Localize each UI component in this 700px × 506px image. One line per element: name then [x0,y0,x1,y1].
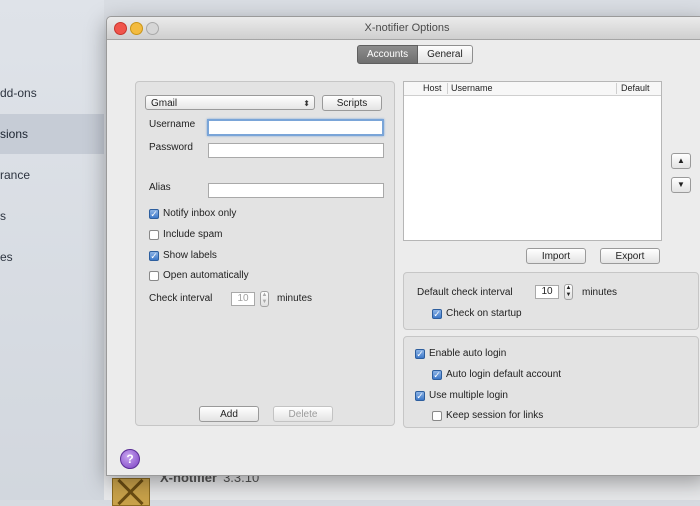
include-spam-checkbox[interactable]: Include spam [149,229,222,240]
column-host[interactable]: Host [423,83,442,93]
arrow-down-icon: ▼ [677,180,685,189]
checkbox-label: Include spam [163,229,223,240]
service-select[interactable]: Gmail ⬍ [145,95,315,110]
stepper-down-icon: ▼ [261,299,268,305]
scripts-button[interactable]: Scripts [322,95,382,111]
default-check-interval-stepper[interactable]: ▲ ▼ [564,284,573,300]
auto-login-default-checkbox[interactable]: ✓ Auto login default account [432,369,561,380]
checkbox-check-icon: ✓ [432,308,442,319]
checkbox-empty-icon [432,410,442,421]
check-interval-input[interactable]: 10 [231,292,255,306]
sidebar-item-plugins[interactable]: s [0,196,104,236]
options-dialog: X-notifier Options Accounts General Gmai… [106,16,700,476]
stepper-up-icon: ▲ [261,292,268,298]
accounts-table-header: Host Username Default [404,82,661,96]
import-button[interactable]: Import [526,248,586,264]
addons-sidebar: dd-ons sions rance s es [0,0,104,500]
popup-arrows-icon: ⬍ [303,99,310,108]
column-separator [616,83,617,94]
sidebar-item-extensions[interactable]: sions [0,114,104,154]
tab-bar: Accounts General [357,45,473,64]
username-field[interactable] [207,119,384,136]
title-bar[interactable]: X-notifier Options [107,17,700,40]
default-check-interval-label: Default check interval [417,287,513,298]
checkbox-label: Notify inbox only [163,208,237,219]
checkbox-label: Enable auto login [429,348,507,359]
checkbox-empty-icon [149,229,159,240]
move-down-button[interactable]: ▼ [671,177,691,193]
checkbox-label: Keep session for links [446,410,544,421]
use-multiple-login-checkbox[interactable]: ✓ Use multiple login [415,390,508,401]
export-button[interactable]: Export [600,248,660,264]
checkbox-label: Use multiple login [429,390,508,401]
default-interval-panel [403,272,699,330]
help-icon[interactable]: ? [120,449,140,469]
checkbox-label: Open automatically [163,270,249,281]
password-label: Password [149,142,193,153]
add-button[interactable]: Add [199,406,259,422]
username-label: Username [149,119,196,130]
alias-field[interactable] [208,183,384,198]
check-on-startup-checkbox[interactable]: ✓ Check on startup [432,308,522,319]
tab-accounts[interactable]: Accounts [357,45,419,64]
check-interval-label: Check interval [149,293,213,304]
checkbox-label: Auto login default account [446,369,562,380]
column-default[interactable]: Default [621,83,650,93]
enable-auto-login-checkbox[interactable]: ✓ Enable auto login [415,348,506,359]
check-interval-unit: minutes [277,293,313,304]
tab-general[interactable]: General [418,45,473,64]
column-separator [447,83,448,94]
default-check-interval-unit: minutes [582,287,618,298]
checkbox-empty-icon [149,270,159,281]
checkbox-check-icon: ✓ [415,348,425,359]
password-field[interactable] [208,143,384,158]
move-up-button[interactable]: ▲ [671,153,691,169]
default-check-interval-input[interactable]: 10 [535,285,559,299]
stepper-up-icon: ▲ [565,285,572,291]
sidebar-item-addons[interactable]: dd-ons [0,73,104,113]
delete-button[interactable]: Delete [273,406,333,422]
checkbox-label: Check on startup [446,308,522,319]
checkbox-check-icon: ✓ [432,369,442,380]
sidebar-item-appearance[interactable]: rance [0,155,104,195]
stepper-down-icon: ▼ [565,292,572,298]
checkbox-check-icon: ✓ [149,208,159,219]
show-labels-checkbox[interactable]: ✓ Show labels [149,250,217,261]
notify-inbox-only-checkbox[interactable]: ✓ Notify inbox only [149,208,236,219]
alias-label: Alias [149,182,171,193]
arrow-up-icon: ▲ [677,156,685,165]
checkbox-check-icon: ✓ [415,390,425,401]
xnotifier-addon-icon [112,478,150,506]
accounts-table[interactable]: Host Username Default [403,81,662,241]
service-select-value: Gmail [151,98,178,109]
checkbox-check-icon: ✓ [149,250,159,261]
check-interval-stepper[interactable]: ▲ ▼ [260,291,269,307]
keep-session-checkbox[interactable]: Keep session for links [432,410,543,421]
sidebar-item-services[interactable]: es [0,237,104,277]
checkbox-label: Show labels [163,250,217,261]
open-automatically-checkbox[interactable]: Open automatically [149,270,249,281]
window-title: X-notifier Options [364,22,450,34]
column-username[interactable]: Username [451,83,493,93]
